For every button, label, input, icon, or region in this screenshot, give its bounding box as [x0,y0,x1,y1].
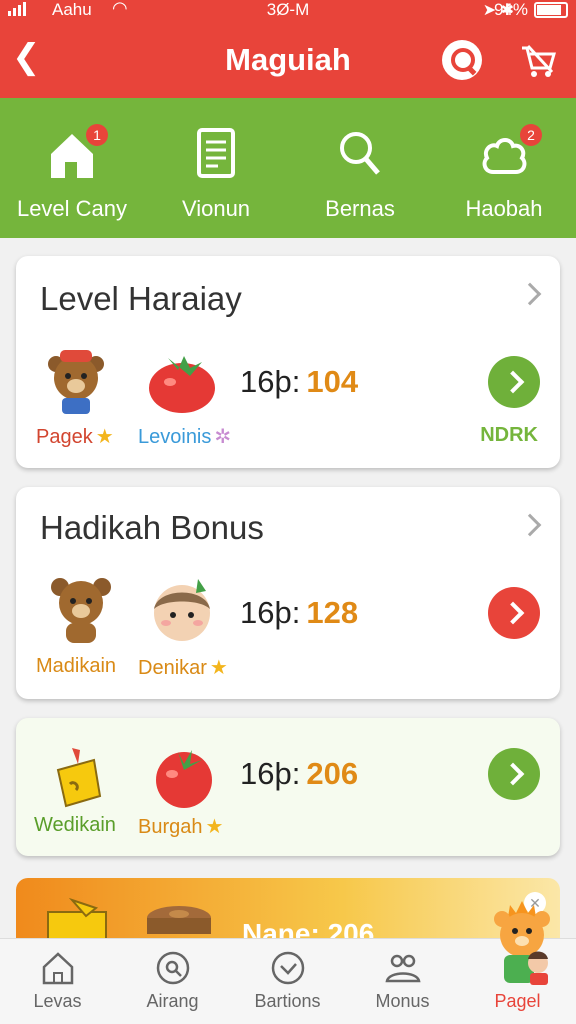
stat-value: 206 [306,756,359,791]
stat-label: 16þ: [240,756,301,791]
gift-box-icon [48,740,120,812]
tag-label: Denikar ★ [138,657,228,679]
bottom-nav: Levas Airang Bartions Monus Pagel [0,901,576,1024]
tab-pagel[interactable]: Pagel [460,901,575,1024]
go-button[interactable] [488,748,540,800]
check-circle-icon [270,949,306,987]
bonus-card[interactable]: Hadikah Bonus 16þ: 128 Madikain Denikar ★ [16,487,560,699]
go-button[interactable] [488,587,540,639]
document-icon [191,126,241,182]
tag-label: Burgah ★ [138,816,224,838]
tag-label: Madikain [36,655,117,677]
star-icon: ★ [205,816,224,838]
tab-label: Monus [375,991,430,1011]
tab-label: Pagel [494,991,541,1011]
bear-avatar-icon [490,897,554,987]
tab-bartions[interactable]: Bartions [230,939,345,1024]
stat-line: 16þ: 128 [240,595,358,631]
tab-monus[interactable]: Monus [345,939,460,1024]
home-outline-icon [40,949,76,987]
category-vionun[interactable]: Vionun [144,98,288,238]
magnifier-icon [335,126,385,182]
card-title: Hadikah Bonus [40,509,264,546]
tab-levas[interactable]: Levas [0,939,115,1024]
status-bar: Aahu ◠ 3Ø-M ➤ ✱ 94% [0,0,576,22]
category-label: Bernas [325,196,395,221]
people-icon [385,949,421,987]
stat-line: 16þ: 206 [240,756,358,792]
tab-label: Bartions [254,991,321,1011]
tab-label: Levas [33,991,82,1011]
level-card[interactable]: Level Haraiay 16þ: 104 Pagek ★ Levoinis ✲ N… [16,256,560,468]
cart-icon[interactable] [518,40,558,80]
category-nav: 1 Level Cany Vionun Bernas 2 Haobah [0,98,576,238]
pancake-icon [144,902,214,942]
chevron-right-icon[interactable] [518,282,542,306]
page-title: Maguiah [225,42,351,77]
tomato-icon [148,740,220,812]
card-title: Level Haraiay [40,280,242,317]
sparkle-icon: ✲ [214,426,232,448]
category-bernas[interactable]: Bernas [288,98,432,238]
tag-label: Pagek ★ [36,426,114,448]
battery-icon [534,2,568,18]
bear-worker-icon [40,344,112,416]
stat-label: 16þ: [240,364,301,399]
stat-value: 104 [306,364,359,399]
go-button[interactable] [488,356,540,408]
star-icon: ★ [95,426,114,448]
category-label: Haobah [465,196,543,221]
tab-label: Airang [146,991,199,1011]
veggie-kid-icon [146,573,218,645]
category-label: Level Cany [16,196,128,221]
bear-icon [46,573,118,645]
chevron-right-icon[interactable] [518,513,542,537]
tab-airang[interactable]: Airang [115,939,230,1024]
stat-line: 16þ: 104 [240,364,358,400]
search-circle-icon [155,949,191,987]
category-level-cany[interactable]: 1 Level Cany [0,98,144,238]
notification-badge: 2 [520,124,542,146]
card-corner-label: NDRK [480,424,538,446]
tomato-icon [144,344,216,416]
tag-label: Wedikain [34,814,116,836]
search-icon[interactable] [442,40,482,80]
star-icon: ★ [209,657,228,679]
stat-value: 128 [306,595,359,630]
tag-label: Levoinis ✲ [138,426,232,448]
battery-level: 94% [493,0,528,19]
stat-label: 16þ: [240,595,301,630]
notification-badge: 1 [86,124,108,146]
app-header: Aahu ◠ 3Ø-M ➤ ✱ 94% ❮ Maguiah [0,0,576,98]
category-haobah[interactable]: 2 Haobah [432,98,576,238]
category-label: Vionun [181,196,251,221]
reward-card[interactable]: 16þ: 206 Wedikain Burgah ★ [16,718,560,856]
